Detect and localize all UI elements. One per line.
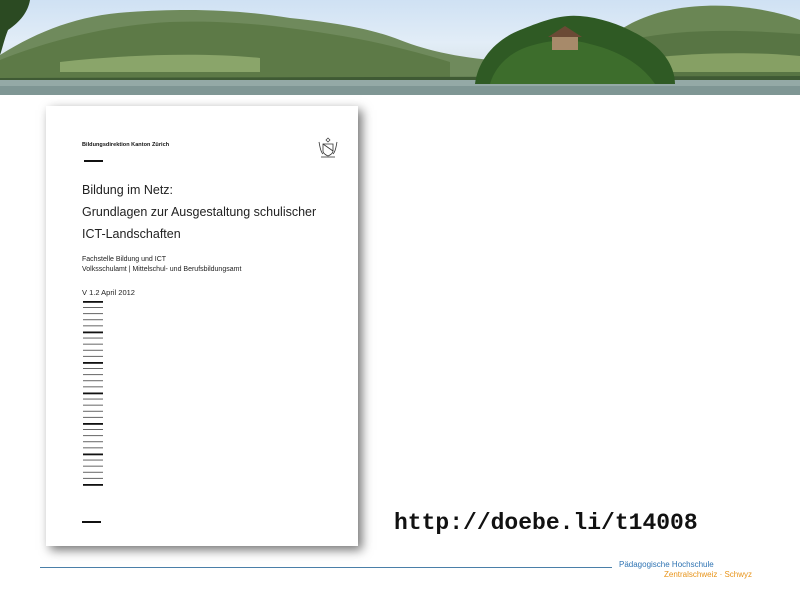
document-title-line: Grundlagen zur Ausgestaltung schulischer xyxy=(82,205,317,219)
decorative-bar xyxy=(83,471,103,473)
footer-divider xyxy=(82,521,101,523)
decorative-bar-column xyxy=(83,301,103,486)
decorative-bar xyxy=(83,410,103,412)
document-title-line: ICT-Landschaften xyxy=(82,227,181,241)
decorative-bar xyxy=(83,343,103,345)
decorative-bar xyxy=(83,386,103,388)
decorative-bar xyxy=(83,331,103,334)
decorative-bar xyxy=(83,484,103,486)
decorative-bar xyxy=(83,477,103,479)
reference-url[interactable]: http://doebe.li/t14008 xyxy=(394,510,698,536)
decorative-bar xyxy=(83,404,103,406)
department-line: Volksschulamt | Mittelschul- und Berufsb… xyxy=(82,266,242,273)
document-title-line: Bildung im Netz: xyxy=(82,183,174,197)
header-banner-image xyxy=(0,0,800,95)
organization-divider xyxy=(84,160,103,162)
decorative-bar xyxy=(83,453,103,456)
decorative-bar xyxy=(83,307,103,308)
decorative-bar xyxy=(83,465,103,467)
decorative-bar xyxy=(83,337,103,339)
document-cover-page: Bildungsdirektion Kanton Zürich Bildung … xyxy=(46,106,358,546)
document-title: Bildung im Netz: Grundlagen zur Ausgesta… xyxy=(82,179,352,245)
decorative-bar xyxy=(83,325,103,327)
decorative-bar xyxy=(83,380,103,382)
institution-logo-line1: Pädagogische Hochschule xyxy=(619,560,714,569)
decorative-bar xyxy=(83,416,103,418)
footer-rule xyxy=(40,567,612,568)
document-department: Fachstelle Bildung und ICT Volksschulamt… xyxy=(82,255,241,275)
decorative-bar xyxy=(83,355,103,357)
decorative-bar xyxy=(83,423,103,425)
document-organization: Bildungsdirektion Kanton Zürich xyxy=(82,142,170,148)
decorative-bar xyxy=(83,447,103,449)
decorative-bar xyxy=(83,349,103,351)
decorative-bar xyxy=(83,459,103,461)
decorative-bar xyxy=(83,392,103,395)
decorative-bar xyxy=(83,429,103,430)
decorative-bar xyxy=(83,313,103,315)
decorative-bar xyxy=(83,368,103,369)
decorative-bar xyxy=(83,441,103,443)
decorative-bar xyxy=(83,374,103,376)
decorative-bar xyxy=(83,435,103,437)
decorative-bar xyxy=(83,362,103,364)
decorative-bar xyxy=(83,301,103,303)
decorative-bar xyxy=(83,398,103,400)
department-line: Fachstelle Bildung und ICT xyxy=(82,256,167,263)
institution-logo-line2: Zentralschweiz · Schwyz xyxy=(664,570,753,579)
decorative-bar xyxy=(83,319,103,321)
document-version: V 1.2 April 2012 xyxy=(82,288,135,297)
zurich-crest-icon xyxy=(318,137,338,158)
